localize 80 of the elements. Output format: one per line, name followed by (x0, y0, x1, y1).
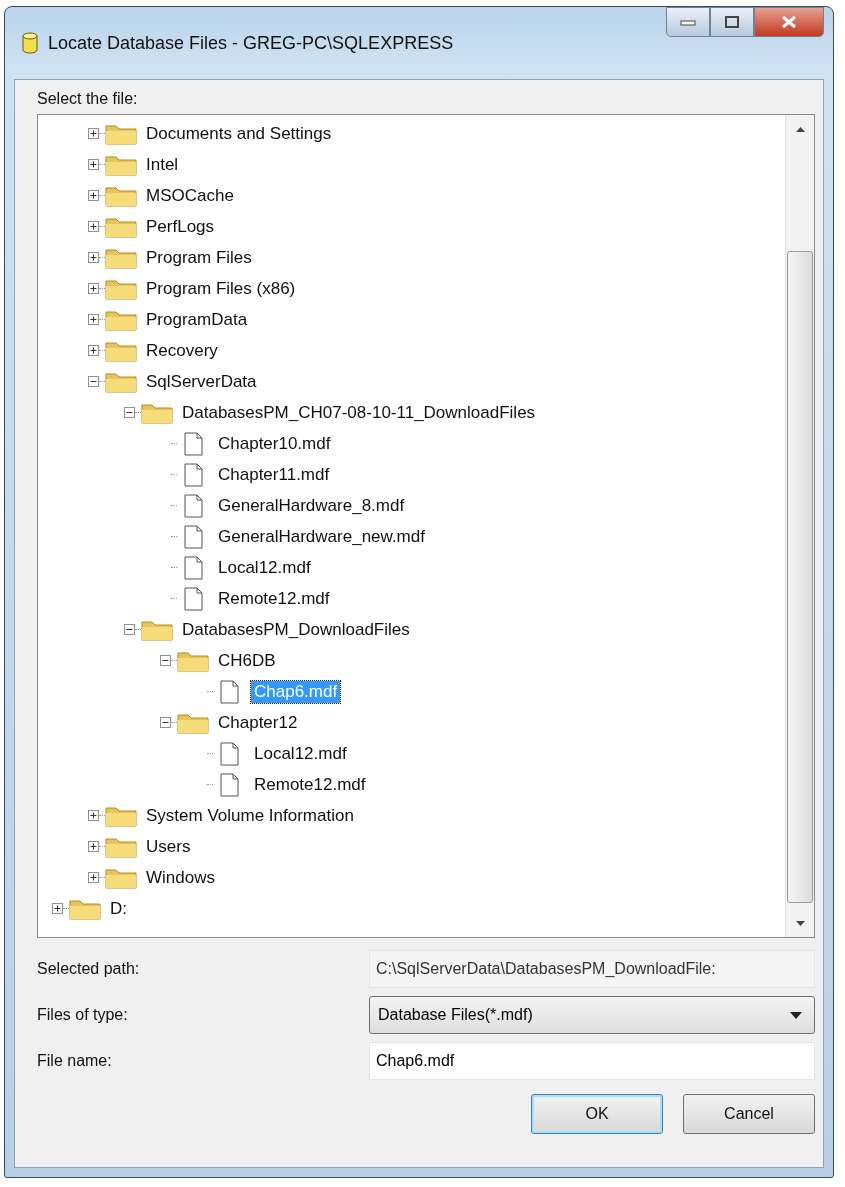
tree-item[interactable]: Chapter12 (215, 711, 301, 734)
tree-item[interactable]: Local12.mdf (215, 556, 314, 579)
maximize-icon (725, 16, 739, 28)
tree-item[interactable]: Documents and Settings (143, 122, 335, 145)
tree-item[interactable]: Windows (143, 866, 218, 889)
collapse-icon[interactable] (124, 624, 135, 635)
expand-icon[interactable] (52, 903, 63, 914)
folder-icon (105, 246, 137, 269)
folder-icon (105, 215, 137, 238)
folder-icon (105, 153, 137, 176)
tree-item[interactable]: Program Files (x86) (143, 277, 299, 300)
tree-item[interactable]: Intel (143, 153, 182, 176)
collapse-icon[interactable] (88, 376, 99, 387)
field-label: Files of type: (37, 1006, 129, 1024)
folder-icon (105, 277, 137, 300)
tree-item[interactable]: PerfLogs (143, 215, 218, 238)
expand-icon[interactable] (88, 221, 99, 232)
expand-icon[interactable] (88, 252, 99, 263)
folder-icon (177, 711, 209, 734)
folder-icon (105, 184, 137, 207)
folder-icon (141, 618, 173, 641)
file-name-field[interactable]: Chap6.mdf (369, 1042, 815, 1080)
tree-item[interactable]: Remote12.mdf (215, 587, 333, 610)
folder-icon (105, 370, 137, 393)
close-icon (781, 15, 797, 29)
database-icon (22, 32, 38, 54)
folder-icon (105, 804, 137, 827)
scroll-down-icon[interactable] (795, 920, 805, 926)
tree-item[interactable]: DatabasesPM_CH07-08-10-11_DownloadFiles (179, 401, 539, 424)
folder-icon (105, 308, 137, 331)
tree-item[interactable]: System Volume Information (143, 804, 357, 827)
tree-item[interactable]: CH6DB (215, 649, 279, 672)
tree-item[interactable]: D: (107, 897, 130, 920)
minimize-icon (680, 18, 696, 26)
tree-item[interactable]: GeneralHardware_new.mdf (215, 525, 428, 548)
field-label: Selected path: (37, 960, 141, 978)
tree-item[interactable]: Remote12.mdf (251, 773, 369, 796)
tree-item[interactable]: Program Files (143, 246, 255, 269)
expand-icon[interactable] (88, 872, 99, 883)
vertical-scrollbar[interactable] (785, 115, 814, 937)
expand-icon[interactable] (88, 345, 99, 356)
expand-icon[interactable] (88, 159, 99, 170)
tree-item[interactable]: Users (143, 835, 194, 858)
scroll-thumb[interactable] (787, 251, 813, 903)
tree-item[interactable]: Chapter10.mdf (215, 432, 334, 455)
maximize-button[interactable] (710, 7, 754, 37)
tree-item[interactable]: Chapter11.mdf (215, 463, 333, 486)
tree-item[interactable]: DatabasesPM_DownloadFiles (179, 618, 413, 641)
expand-icon[interactable] (88, 841, 99, 852)
path-field[interactable]: C:\SqlServerData\DatabasesPM_DownloadFile: (369, 950, 815, 988)
folder-icon (177, 649, 209, 672)
dropdown-arrow-icon (790, 1011, 802, 1019)
tree-item[interactable]: Local12.mdf (251, 742, 350, 765)
folder-icon (141, 401, 173, 424)
folder-icon (105, 122, 137, 145)
expand-icon[interactable] (88, 283, 99, 294)
dialog-button[interactable]: Cancel (683, 1094, 815, 1134)
dialog-button[interactable]: OK (531, 1094, 663, 1134)
folder-icon (69, 897, 101, 920)
tree-item[interactable]: SqlServerData (143, 370, 260, 393)
collapse-icon[interactable] (124, 407, 135, 418)
collapse-icon[interactable] (160, 655, 171, 666)
expand-icon[interactable] (88, 314, 99, 325)
scroll-up-icon[interactable] (795, 126, 805, 132)
expand-icon[interactable] (88, 128, 99, 139)
folder-icon (105, 866, 137, 889)
window-title: Locate Database Files - GREG-PC\SQLEXPRESS (48, 32, 454, 54)
collapse-icon[interactable] (160, 717, 171, 728)
expand-icon[interactable] (88, 190, 99, 201)
tree-item[interactable]: ProgramData (143, 308, 251, 331)
folder-icon (105, 339, 137, 362)
expand-icon[interactable] (88, 810, 99, 821)
field-label: File name: (37, 1052, 113, 1070)
folder-icon (105, 835, 137, 858)
tree-item[interactable]: GeneralHardware_8.mdf (215, 494, 408, 517)
tree-label: Select the file: (37, 90, 139, 108)
tree-item[interactable]: Recovery (143, 339, 221, 362)
file-type-dropdown[interactable]: Database Files(*.mdf) (369, 996, 815, 1034)
close-button[interactable] (754, 7, 824, 37)
tree-item[interactable]: MSOCache (143, 184, 237, 207)
